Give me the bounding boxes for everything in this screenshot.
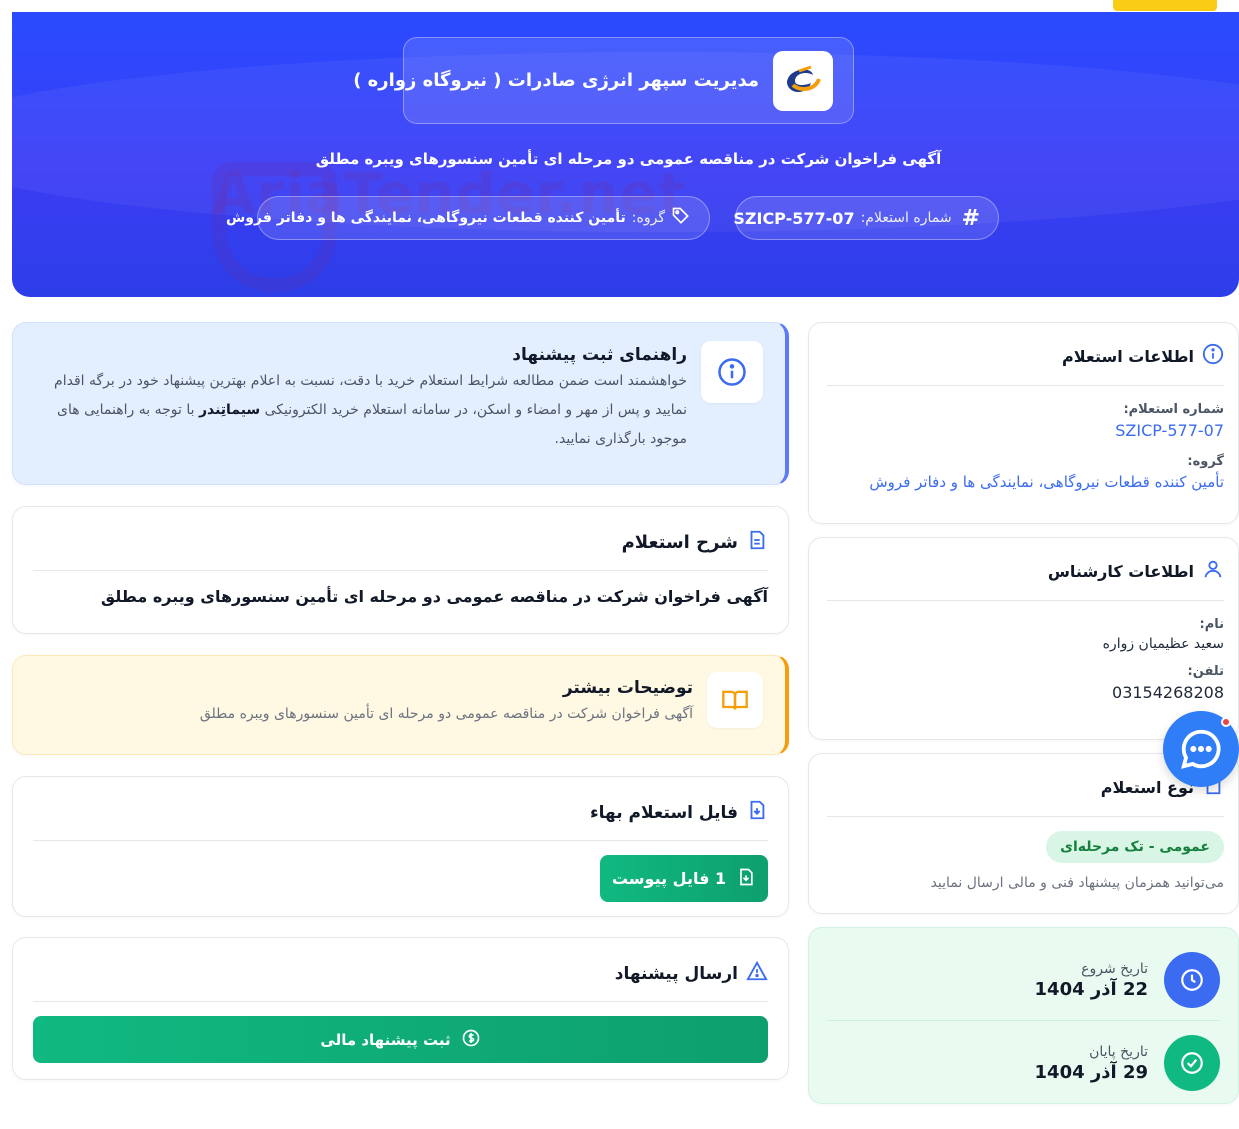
start-date-label: تاریخ شروع <box>1081 960 1148 977</box>
group-value: تأمین کننده قطعات نیروگاهی، نمایندگی ها … <box>225 210 626 226</box>
group-field-label: گروه: <box>1187 454 1224 469</box>
guide-title: راهنمای ثبت پیشنهاد <box>512 345 687 365</box>
inquiry-number-label: شماره استعلام: <box>860 210 952 226</box>
expert-info-card: اطلاعات کارشناس نام: سعید عظیمیان زواره … <box>808 537 1239 740</box>
phone-label: تلفن: <box>1187 664 1224 679</box>
file-download-icon <box>746 799 768 826</box>
description-text: آگهی فراخوان شرکت در مناقصه عمومی دو مرح… <box>100 587 768 606</box>
info-icon <box>701 341 763 403</box>
description-card: شرح استعلام آگهی فراخوان شرکت در مناقصه … <box>12 506 789 634</box>
divider <box>827 385 1224 386</box>
attachment-button-label: 1 فایل پیوست <box>611 869 727 888</box>
info-icon <box>1202 343 1224 369</box>
divider <box>827 816 1224 817</box>
guide-card: راهنمای ثبت پیشنهاد خواهشمند است ضمن مطا… <box>12 322 789 485</box>
divider <box>827 1020 1220 1021</box>
book-icon <box>707 672 763 728</box>
guide-text: خواهشمند است ضمن مطالعه شرایط استعلام خر… <box>35 367 687 454</box>
hero-title: آگهی فراخوان شرکت در مناقصه عمومی دو مرح… <box>315 150 942 168</box>
group-label: گروه: <box>631 210 665 226</box>
price-file-card: فایل استعلام بهاء 1 فایل پیوست <box>12 776 789 917</box>
expert-name: سعید عظیمیان زواره <box>1102 636 1224 652</box>
end-date-row: تاریخ پایان 29 آذر 1404 <box>827 1027 1220 1099</box>
inquiry-number-link[interactable]: SZICP-577-07 <box>827 421 1224 440</box>
divider <box>33 1001 768 1002</box>
description-header: شرح استعلام <box>33 529 768 556</box>
dates-card: تاریخ شروع 22 آذر 1404 تاریخ پایان 29 آذ… <box>808 927 1239 1104</box>
submit-header: ارسال پیشنهاد <box>33 960 768 987</box>
expert-phone[interactable]: 03154268208 <box>827 683 1224 702</box>
inquiry-type-badge: عمومی - تک مرحله‌ای <box>1046 831 1224 863</box>
user-icon <box>1202 558 1224 584</box>
badge-wrap: عمومی - تک مرحله‌ای <box>827 831 1224 863</box>
file-text-icon <box>746 529 768 556</box>
end-date-value: 29 آذر 1404 <box>1034 1061 1148 1083</box>
more-text: آگهی فراخوان شرکت در مناقصه عمومی دو مرح… <box>199 706 693 722</box>
inquiry-info-card: اطلاعات استعلام شماره استعلام: SZICP-577… <box>808 322 1239 524</box>
inquiry-type-card: نوع استعلام عمومی - تک مرحله‌ای می‌توانی… <box>808 753 1239 914</box>
inquiry-type-header: نوع استعلام <box>827 774 1224 800</box>
more-title: توضیحات بیشتر <box>562 678 693 698</box>
inquiry-info-header: اطلاعات استعلام <box>827 343 1224 369</box>
start-date-row: تاریخ شروع 22 آذر 1404 <box>827 944 1220 1016</box>
price-file-header: فایل استعلام بهاء <box>33 799 768 826</box>
group-link[interactable]: تأمین کننده قطعات نیروگاهی، نمایندگی ها … <box>827 473 1224 491</box>
group-pill: گروه: تأمین کننده قطعات نیروگاهی، نمایند… <box>226 196 710 240</box>
submit-card: ارسال پیشنهاد ثبت پیشنهاد مالی <box>12 937 789 1080</box>
inquiry-info-title: اطلاعات استعلام <box>1062 346 1194 366</box>
inquiry-number-pill: # شماره استعلام: SZICP-577-07 <box>733 196 999 240</box>
submit-financial-label: ثبت پیشنهاد مالی <box>320 1030 451 1049</box>
end-date-label: تاریخ پایان <box>1089 1043 1148 1060</box>
expert-info-header: اطلاعات کارشناس <box>827 558 1224 584</box>
clock-icon <box>1164 952 1220 1008</box>
name-label: نام: <box>1199 617 1225 632</box>
expert-info-title: اطلاعات کارشناس <box>1047 561 1194 581</box>
check-circle-icon <box>1164 1035 1220 1091</box>
company-box[interactable]: مدیریت سپهر انرژی صادرات ( نیروگاه زواره… <box>353 37 854 124</box>
divider <box>827 600 1224 601</box>
inquiry-type-note: می‌توانید همزمان پیشنهاد فنی و مالی ارسا… <box>930 875 1224 891</box>
file-download-icon <box>736 867 756 891</box>
tag-icon <box>671 206 691 230</box>
notification-dot <box>1221 717 1231 727</box>
inquiry-number-value: SZICP-577-07 <box>733 208 855 228</box>
dollar-circle-icon <box>461 1028 481 1052</box>
more-details-card: توضیحات بیشتر آگهی فراخوان شرکت در مناقص… <box>12 655 789 755</box>
inquiry-number-field-label: شماره استعلام: <box>1123 402 1224 417</box>
divider <box>33 840 768 841</box>
guide-brand: سیماتِندر <box>198 402 261 418</box>
start-date-value: 22 آذر 1404 <box>1034 978 1148 1000</box>
hash-icon: # <box>961 205 980 231</box>
top-accent-bar <box>1113 0 1217 11</box>
attachment-button[interactable]: 1 فایل پیوست <box>600 855 768 902</box>
company-logo <box>773 50 833 111</box>
submit-title: ارسال پیشنهاد <box>614 963 738 984</box>
warning-icon <box>746 960 768 987</box>
company-name: مدیریت سپهر انرژی صادرات ( نیروگاه زواره… <box>353 70 759 91</box>
divider <box>33 570 768 571</box>
price-file-title: فایل استعلام بهاء <box>589 802 738 823</box>
submit-financial-button[interactable]: ثبت پیشنهاد مالی <box>33 1016 768 1063</box>
description-title: شرح استعلام <box>621 532 738 553</box>
